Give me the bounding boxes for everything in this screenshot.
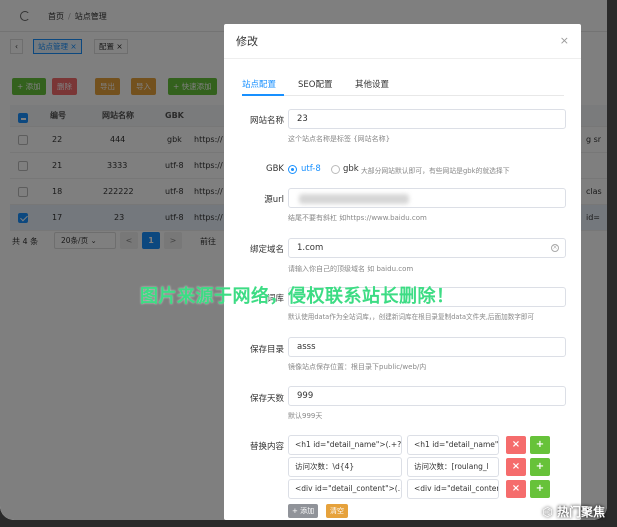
- tab-seo-config[interactable]: SEO配置: [298, 78, 332, 90]
- replace-actions: + 添加 清空: [288, 504, 408, 518]
- remove-row-button[interactable]: ×: [506, 480, 526, 498]
- blurred-value: [299, 194, 409, 204]
- radio-utf8-label: utf-8: [301, 164, 321, 174]
- replace-to-input[interactable]: <div id="detail_conter: [407, 479, 499, 499]
- remove-row-button[interactable]: ×: [506, 436, 526, 454]
- watermark-text: 图片来源于网络，侵权联系站长删除！: [140, 286, 455, 307]
- save-days-label: 保存天数: [249, 394, 284, 404]
- radio-utf8[interactable]: [288, 165, 297, 174]
- site-name-hint: 这个站点名称是标签 {网站名称}: [288, 135, 391, 143]
- source-url-hint: 结尾不要有斜杠 如https://www.baidu.com: [288, 214, 427, 222]
- save-days-hint: 默认999天: [288, 412, 323, 420]
- add-row-button[interactable]: +: [530, 458, 550, 476]
- add-row-button[interactable]: +: [530, 436, 550, 454]
- replace-to-input[interactable]: <h1 id="detail_name">: [407, 435, 499, 455]
- modal-divider: [224, 58, 581, 59]
- modal-tabs: 站点配置 SEO配置 其他设置: [242, 76, 564, 96]
- site-name-input[interactable]: 23: [288, 109, 566, 129]
- edit-modal: 修改 × 站点配置 SEO配置 其他设置 网站名称 23 这个站点名称是标签 {…: [224, 24, 581, 520]
- tab-site-config[interactable]: 站点配置: [242, 78, 276, 90]
- close-icon[interactable]: ×: [560, 34, 569, 47]
- keywords-hint: 默认使用data作为全站词库，，创建新词库在根目录复制data文件夹,后面加数字…: [288, 313, 535, 321]
- gbk-hint: 大部分网站默认即可，有些网站是gbk的就选择下: [361, 167, 510, 175]
- corner-label: ⌬ 热门聚焦: [542, 505, 605, 519]
- radio-gbk-label: gbk: [343, 164, 359, 174]
- gbk-label: GBK: [266, 164, 284, 174]
- source-url-label: 源url: [264, 195, 284, 205]
- domain-label: 绑定域名: [249, 245, 284, 255]
- domain-input[interactable]: 1.com ×: [288, 238, 566, 258]
- replace-from-input[interactable]: 访问次数：\d{4}: [288, 457, 402, 477]
- modal-title: 修改: [236, 35, 258, 48]
- gbk-radio-group: utf-8 gbk 大部分网站默认即可，有些网站是gbk的就选择下: [288, 164, 568, 177]
- source-url-input[interactable]: [288, 188, 566, 208]
- replace-clear-button[interactable]: 清空: [326, 504, 348, 518]
- domain-hint: 请输入你自己的顶级域名 如 baidu.com: [288, 265, 414, 273]
- save-dir-hint: 镜像站点保存位置：根目录下public/web/内: [288, 363, 427, 371]
- remove-row-button[interactable]: ×: [506, 458, 526, 476]
- replace-to-input[interactable]: 访问次数：[roulang_l: [407, 457, 499, 477]
- add-row-button[interactable]: +: [530, 480, 550, 498]
- replace-add-button[interactable]: + 添加: [288, 504, 319, 518]
- save-days-input[interactable]: 999: [288, 386, 566, 406]
- radio-gbk[interactable]: [331, 165, 340, 174]
- clear-icon[interactable]: ×: [551, 244, 559, 252]
- replace-label: 替换内容: [249, 442, 284, 452]
- tab-other-settings[interactable]: 其他设置: [355, 78, 389, 90]
- save-dir-input[interactable]: asss: [288, 337, 566, 357]
- replace-from-input[interactable]: <div id="detail_content">(.+: [288, 479, 402, 499]
- site-name-label: 网站名称: [249, 116, 284, 126]
- save-dir-label: 保存目录: [249, 345, 284, 355]
- replace-from-input[interactable]: <h1 id="detail_name">(.+?)<: [288, 435, 402, 455]
- active-tab-indicator: [242, 94, 284, 96]
